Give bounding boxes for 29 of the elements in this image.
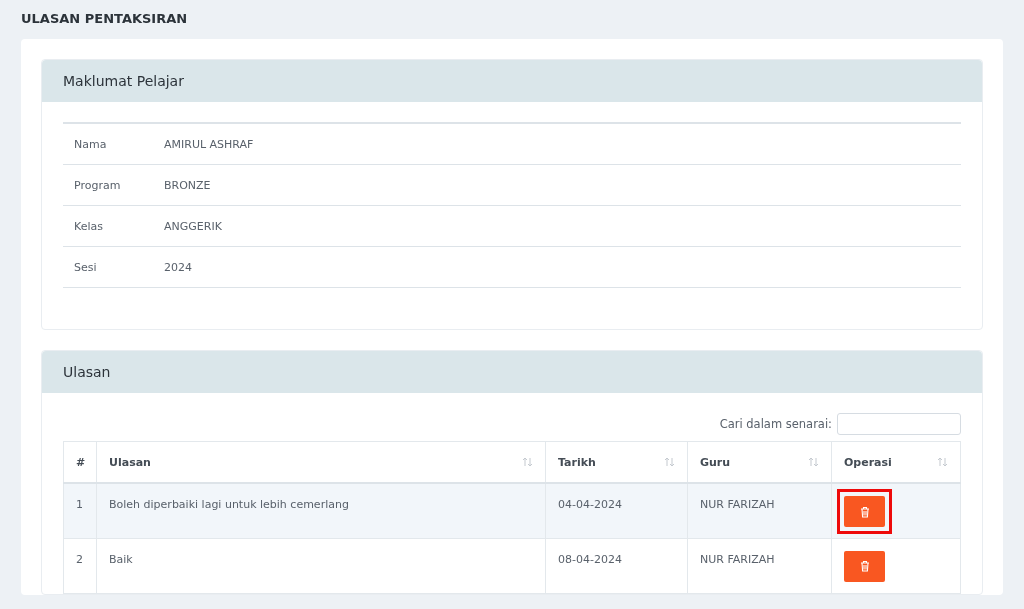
sort-icon [522,457,533,467]
search-field[interactable] [837,413,961,435]
delete-button[interactable] [844,496,885,527]
table-cell: 2 [63,538,97,593]
trash-icon [859,560,870,572]
field-value: 2024 [164,260,192,274]
table-cell: 1 [63,483,97,538]
page-title: ULASAN PENTAKSIRAN [21,10,189,28]
table-cell: 08-04-2024 [545,538,688,593]
table-cell: 04-04-2024 [545,483,688,538]
sort-icon [937,457,948,467]
field-value: ANGGERIK [164,219,222,233]
delete-button[interactable] [844,550,885,582]
table-cell: NUR FARIZAH [687,483,832,538]
table-cell: Baik [96,538,546,593]
field-label: Sesi [73,260,98,274]
trash-icon [859,505,870,518]
field-label: Nama [73,137,108,151]
table-cell: Boleh diperbaiki lagi untuk lebih cemerlang [96,483,546,538]
field-label: Kelas [73,219,104,233]
field-label: Program [73,178,122,192]
sort-icon [664,457,675,467]
field-value: AMIRUL ASHRAF [164,137,254,151]
search-label: Cari dalam senarai: [719,417,832,431]
field-value: BRONZE [164,178,211,192]
sort-icon [808,457,819,467]
panel-title: Maklumat Pelajar [63,73,184,89]
table-cell: NUR FARIZAH [687,538,832,593]
panel-title: Ulasan [63,364,111,380]
